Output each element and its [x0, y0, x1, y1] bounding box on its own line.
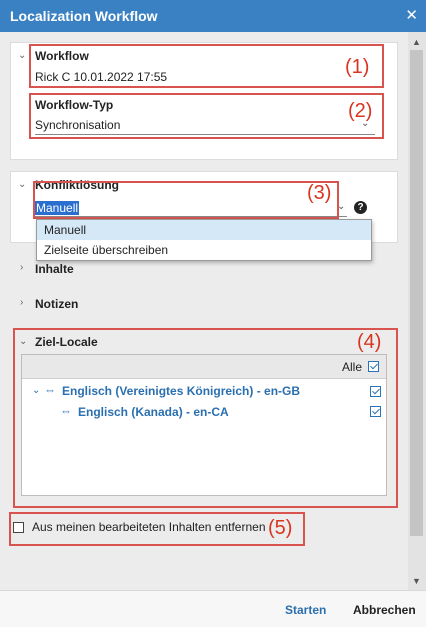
title-bar: Localization Workflow ✕: [0, 0, 426, 32]
dropdown-option-overwrite[interactable]: Zielseite überschreiben: [37, 240, 371, 260]
locale-link-icon: ⇔: [60, 404, 72, 418]
chevron-down-icon[interactable]: ⌄: [18, 179, 26, 190]
annotation-label-1: (1): [345, 56, 370, 78]
annotation-label-5: (5): [268, 517, 293, 539]
select-all-checkbox[interactable]: [368, 361, 379, 372]
locale-link-icon: ⇔: [44, 383, 56, 397]
locale-item-en-ca[interactable]: Englisch (Kanada) - en-CA: [78, 405, 229, 419]
section-notizen[interactable]: Notizen: [35, 297, 78, 311]
chevron-right-icon[interactable]: ›: [20, 297, 23, 308]
section-inhalte[interactable]: Inhalte: [35, 262, 74, 276]
help-icon[interactable]: ?: [354, 201, 367, 214]
annotation-box-2: [29, 93, 384, 139]
dropdown-option-manuell[interactable]: Manuell: [37, 220, 371, 240]
conflict-dropdown: Manuell Zielseite überschreiben: [36, 219, 372, 261]
scrollbar-thumb[interactable]: [410, 50, 423, 536]
locale-item-en-gb[interactable]: Englisch (Vereinigtes Königreich) - en-G…: [62, 384, 300, 398]
grid-header: Alle: [22, 355, 386, 379]
locale-checkbox-en-gb[interactable]: [370, 386, 381, 397]
chevron-right-icon[interactable]: ›: [20, 262, 23, 273]
select-all-label: Alle: [341, 360, 362, 374]
chevron-down-icon[interactable]: ⌄: [32, 385, 40, 396]
locale-grid: Alle ⌄ ⇔ Englisch (Vereinigtes Königreic…: [21, 354, 387, 496]
scroll-up-icon[interactable]: ▲: [412, 37, 421, 47]
annotation-box-1: [29, 44, 384, 88]
annotation-box-5: [9, 512, 305, 546]
close-icon[interactable]: ✕: [405, 6, 418, 24]
dialog-footer: Starten Abbrechen: [0, 590, 426, 627]
annotation-label-4: (4): [357, 331, 382, 353]
start-button[interactable]: Starten: [285, 603, 326, 617]
chevron-down-icon[interactable]: ⌄: [18, 50, 26, 61]
cancel-button[interactable]: Abbrechen: [353, 603, 416, 617]
annotation-label-3: (3): [307, 182, 332, 204]
annotation-label-2: (2): [348, 100, 373, 122]
locale-checkbox-en-ca[interactable]: [370, 406, 381, 417]
annotation-box-3: [33, 181, 339, 219]
window-title: Localization Workflow: [10, 8, 158, 24]
scroll-down-icon[interactable]: ▼: [412, 576, 421, 586]
